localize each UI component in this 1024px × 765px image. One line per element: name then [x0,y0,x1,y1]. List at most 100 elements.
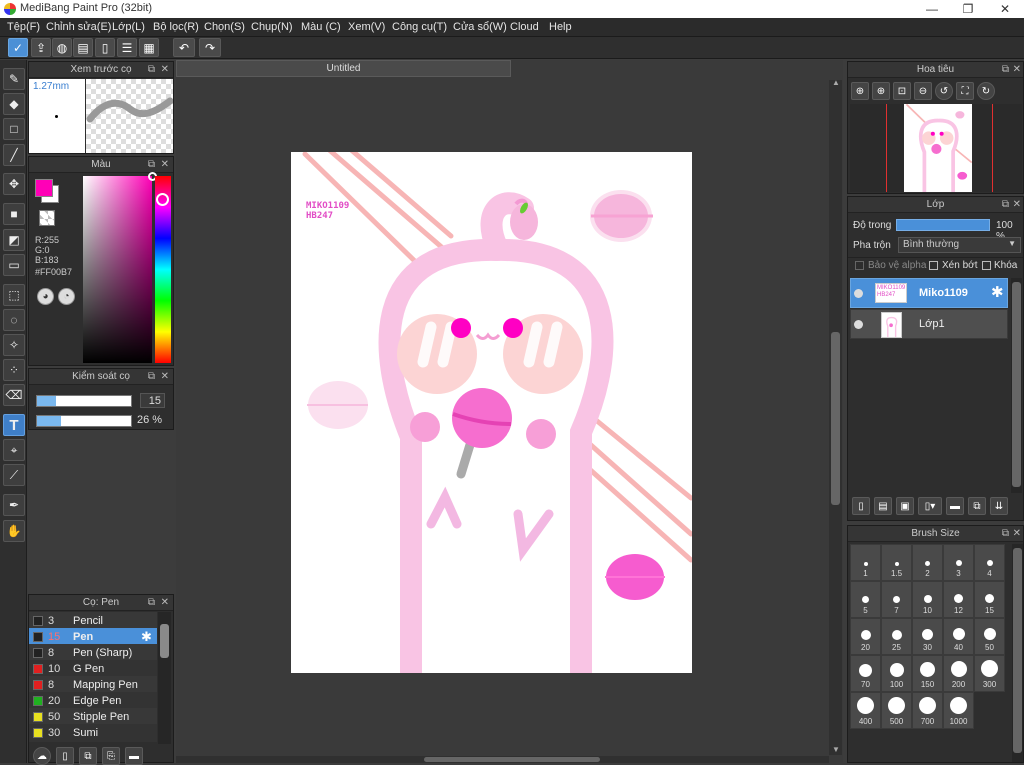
page-list-icon[interactable]: ☰ [117,38,137,57]
zoom-out-icon[interactable]: ⊖ [914,82,932,100]
primary-color-swatch[interactable] [35,179,53,197]
brush-cloud-icon[interactable]: ☁ [33,747,51,765]
gradient-tool-icon[interactable]: ▭ [3,254,25,276]
add-layer-menu-icon[interactable]: ▯▾ [918,497,942,515]
brush-size-option[interactable]: 12 [943,581,974,618]
close-icon[interactable]: ✕ [161,157,169,173]
layer-opacity-slider[interactable] [896,219,990,231]
magic-wand-tool-icon[interactable]: ✧ [3,334,25,356]
close-button[interactable]: ✕ [987,0,1023,18]
brush-size-option[interactable]: 2 [912,544,943,581]
page-icon[interactable]: ▯ [95,38,115,57]
speech-bubble-icon[interactable]: ◍ [52,38,72,57]
fit-window-icon[interactable]: ⊡ [893,82,911,100]
brush-size-option[interactable]: 100 [881,655,912,692]
copy-brush-icon[interactable]: ⎘ [102,747,120,765]
hue-slider-handle[interactable] [156,193,169,206]
menu-file[interactable]: Tệp(F) [7,21,40,33]
lasso-tool-icon[interactable]: ◌ [3,309,25,331]
brush-size-option[interactable]: 7 [881,581,912,618]
horizontal-scroll-thumb[interactable] [424,757,600,762]
brush-list-item[interactable]: 30 Sumi [29,724,157,742]
brush-size-option[interactable]: 50 [974,618,1005,655]
popout-icon[interactable]: ⧉ [1002,197,1009,213]
menu-window[interactable]: Cửa sổ(W) [453,21,507,33]
scroll-down-icon[interactable]: ▼ [832,745,840,754]
layer-folder-icon[interactable]: ▬ [946,497,964,515]
brush-size-option[interactable]: 1000 [943,692,974,729]
operation-tool-icon[interactable]: ⌖ [3,439,25,461]
brush-size-option[interactable]: 70 [850,655,881,692]
menu-edit[interactable]: Chỉnh sửa(E) [46,21,111,33]
close-icon[interactable]: ✕ [1013,62,1021,78]
rotate-right-icon[interactable]: ↻ [977,82,995,100]
fill-rect-tool-icon[interactable]: ■ [3,203,25,225]
duplicate-layer-icon[interactable]: ⧉ [968,497,986,515]
layer-visibility-icon[interactable] [854,320,863,329]
menu-help[interactable]: Help [549,21,572,33]
blend-mode-select[interactable]: Bình thường ▼ [898,237,1021,253]
line-tool-icon[interactable]: ╱ [3,144,25,166]
brush-size-option[interactable]: 4 [974,544,1005,581]
comic-panel-icon[interactable]: ▤ [73,38,93,57]
protect-alpha-checkbox[interactable] [855,261,864,270]
rotate-left-icon[interactable]: ↺ [935,82,953,100]
popout-icon[interactable]: ⧉ [148,595,155,611]
layer-row[interactable]: MIKO1109 HB247 Miko1109 ✱ [850,278,1008,308]
brush-size-option[interactable]: 3 [943,544,974,581]
hand-tool-icon[interactable]: ✋ [3,520,25,542]
brush-size-option[interactable]: 40 [943,618,974,655]
minimize-button[interactable]: — [914,0,950,18]
brush-tool-icon[interactable]: ✎ [3,68,25,90]
brush-folder-icon[interactable]: ▬ [125,747,143,765]
menu-select[interactable]: Chọn(S) [204,21,245,33]
menu-layer[interactable]: Lớp(L) [112,21,145,33]
brush-size-option[interactable]: 300 [974,655,1005,692]
popout-icon[interactable]: ⧉ [148,369,155,385]
navigator-preview[interactable] [850,103,1022,192]
gear-icon[interactable]: ✱ [141,629,152,645]
document-tab[interactable]: Untitled [176,60,511,77]
scrollbar-thumb[interactable] [160,624,169,658]
rect-select-tool-icon[interactable]: ⬚ [3,284,25,306]
brush-size-option[interactable]: 1 [850,544,881,581]
brush-size-option[interactable]: 20 [850,618,881,655]
brush-opacity-slider[interactable] [36,415,132,427]
close-icon[interactable]: ✕ [161,369,169,385]
add-brush-menu-icon[interactable]: ⧉ [79,747,97,765]
brush-size-value[interactable]: 15 [140,393,165,408]
layer-list-scrollbar[interactable] [1011,278,1022,493]
menu-filter[interactable]: Bộ lọc(R) [153,21,199,33]
popout-icon[interactable]: ⧉ [148,157,155,173]
eraser-tool-icon[interactable]: ◆ [3,93,25,115]
export-icon[interactable]: ⇪ [31,38,51,57]
brush-size-slider[interactable] [36,395,132,407]
hue-slider[interactable] [155,176,171,363]
dot-tool-icon[interactable]: □ [3,118,25,140]
brush-size-option[interactable]: 10 [912,581,943,618]
scrollbar-thumb[interactable] [1012,282,1021,487]
bucket-tool-icon[interactable]: ◩ [3,229,25,251]
move-tool-icon[interactable]: ✥ [3,173,25,195]
layer-row[interactable]: Lớp1 [850,309,1008,339]
brush-size-option[interactable]: 500 [881,692,912,729]
zoom-in-icon[interactable]: ⊕ [851,82,869,100]
popout-icon[interactable]: ⧉ [148,62,155,78]
eyedropper-tool-icon[interactable]: ✒ [3,494,25,516]
divide-tool-icon[interactable]: ⟋ [3,464,25,486]
brush-size-option[interactable]: 15 [974,581,1005,618]
menu-capture[interactable]: Chụp(N) [251,21,293,33]
cloud-check-icon[interactable]: ✓ [8,38,28,57]
maximize-button[interactable]: ❐ [950,0,986,18]
brush-size-option[interactable]: 5 [850,581,881,618]
brush-size-option[interactable]: 30 [912,618,943,655]
lock-checkbox[interactable] [982,261,991,270]
canvas-horizontal-scrollbar[interactable] [176,756,829,763]
transparent-color-swatch[interactable] [39,210,55,226]
canvas-vertical-scrollbar[interactable]: ▲ ▼ [829,78,842,755]
saturation-value-picker[interactable] [83,172,157,363]
brush-size-option[interactable]: 700 [912,692,943,729]
close-icon[interactable]: ✕ [161,595,169,611]
redo-button[interactable]: ↷ [199,38,221,57]
brush-list-scrollbar[interactable] [158,612,171,744]
